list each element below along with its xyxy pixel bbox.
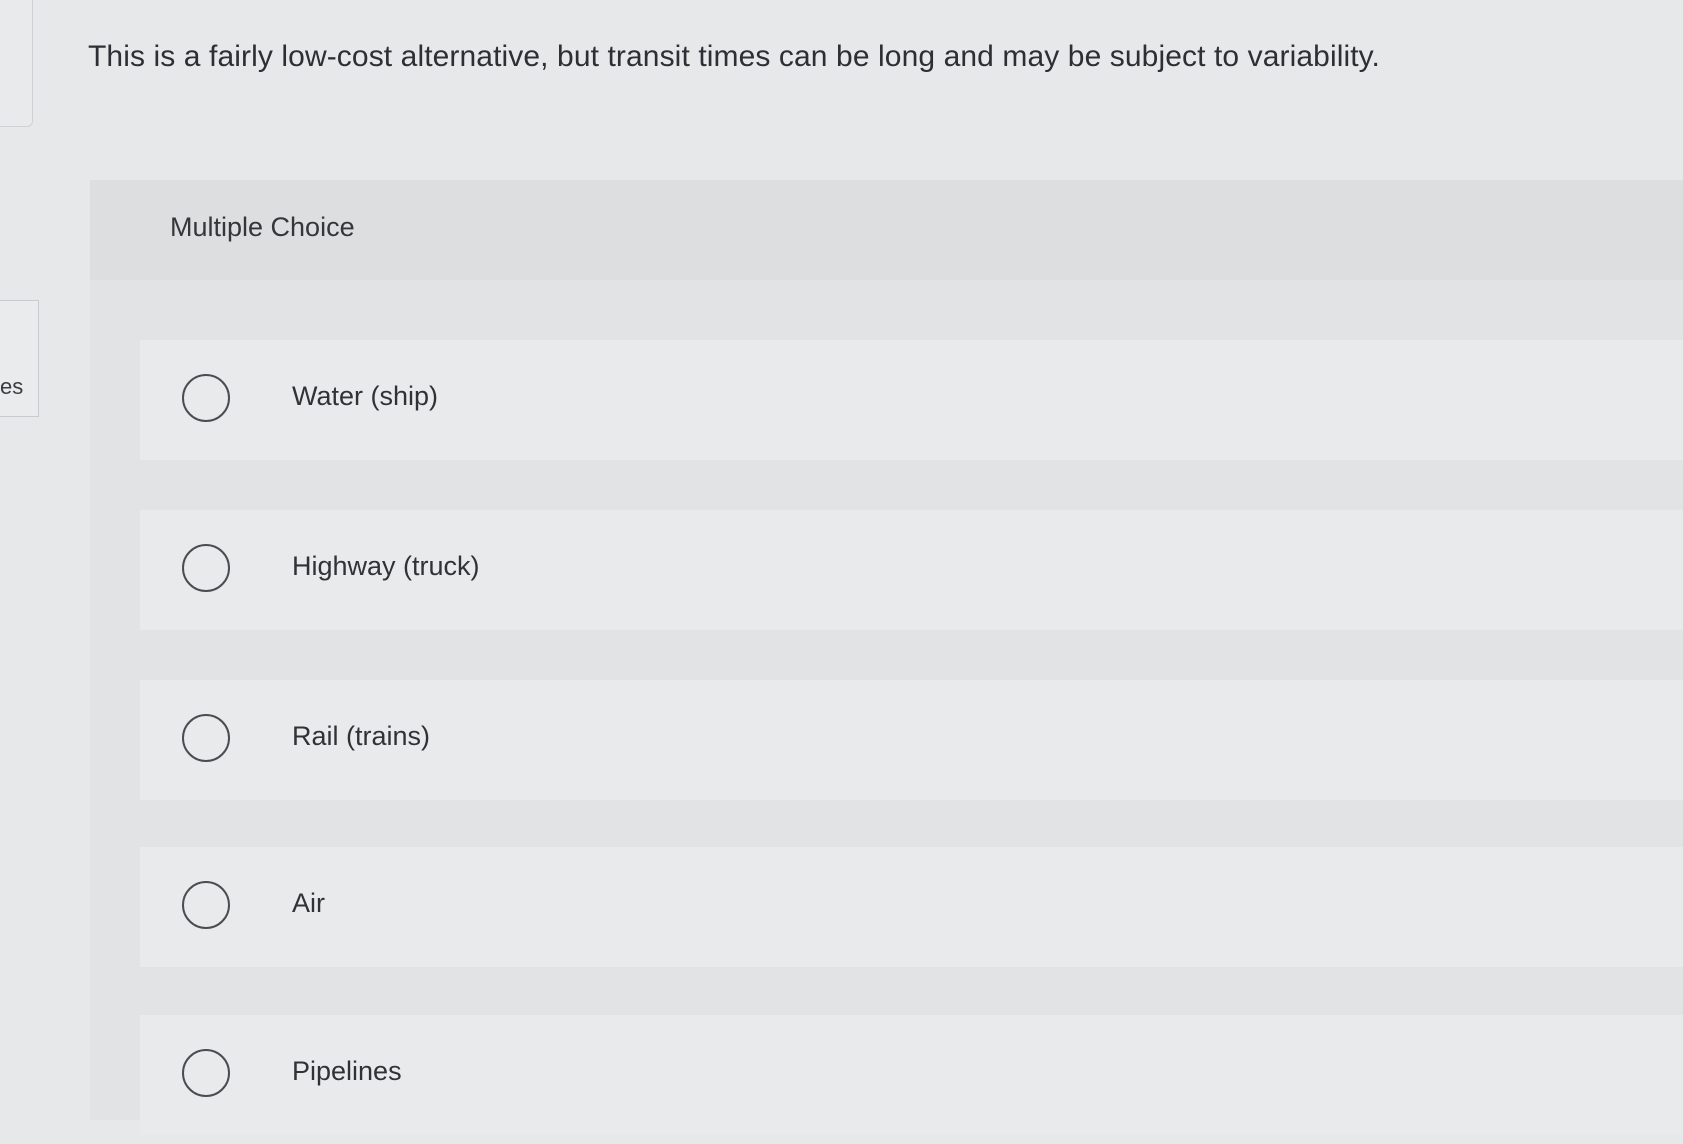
multiple-choice-panel: Multiple Choice Water (ship) Highway (tr…	[90, 180, 1683, 1135]
radio-button[interactable]	[182, 1049, 230, 1097]
sidebar-partial-label: es	[0, 374, 24, 399]
option-label[interactable]: Water (ship)	[292, 381, 438, 412]
option-highway-truck[interactable]: Highway (truck)	[140, 510, 1683, 630]
multiple-choice-header: Multiple Choice	[90, 180, 1683, 280]
left-panel-top	[0, 0, 33, 127]
option-label[interactable]: Rail (trains)	[292, 721, 430, 752]
option-rail-trains[interactable]: Rail (trains)	[140, 680, 1683, 800]
option-air[interactable]: Air	[140, 847, 1683, 967]
radio-button[interactable]	[182, 374, 230, 422]
radio-button[interactable]	[182, 714, 230, 762]
question-text: This is a fairly low-cost alternative, b…	[88, 40, 1380, 73]
radio-button[interactable]	[182, 544, 230, 592]
option-label[interactable]: Air	[292, 888, 325, 919]
option-label[interactable]: Pipelines	[292, 1056, 402, 1087]
option-label[interactable]: Highway (truck)	[292, 551, 480, 582]
radio-button[interactable]	[182, 881, 230, 929]
multiple-choice-heading: Multiple Choice	[170, 212, 355, 242]
option-pipelines[interactable]: Pipelines	[140, 1015, 1683, 1135]
option-water-ship[interactable]: Water (ship)	[140, 340, 1683, 460]
